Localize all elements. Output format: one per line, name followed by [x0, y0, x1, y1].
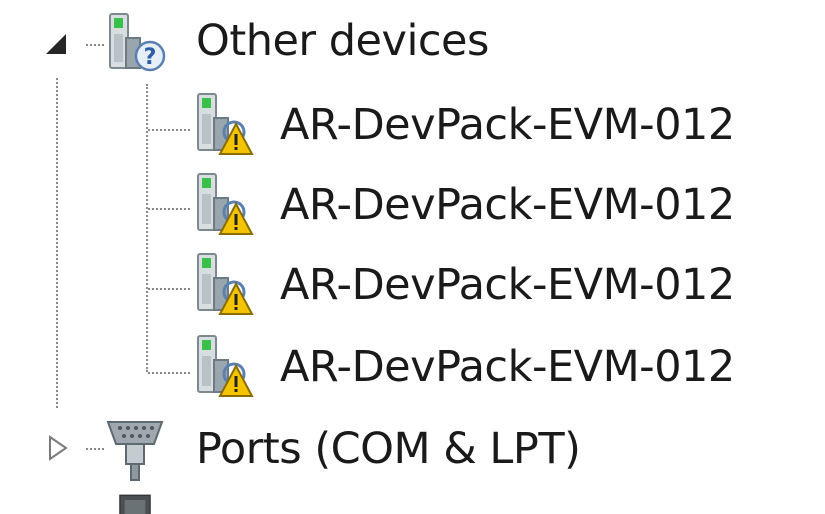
unknown-device-icon: ? [109, 13, 166, 72]
tree-connector [146, 84, 148, 372]
device-tree: ? Other devices AR-DevPack-EVM-012 AR-De… [0, 0, 825, 514]
tree-node-device[interactable]: AR-DevPack-EVM-012 [180, 328, 825, 408]
device-label: AR-DevPack-EVM-012 [280, 180, 735, 230]
tree-node-next[interactable] [0, 494, 300, 514]
device-label: AR-DevPack-EVM-012 [280, 342, 735, 392]
processor-icon [119, 494, 151, 514]
tree-node-ports[interactable]: Ports (COM & LPT) [0, 408, 680, 492]
tree-node-device[interactable]: AR-DevPack-EVM-012 [180, 246, 825, 326]
collapse-arrow-icon[interactable] [42, 30, 70, 58]
tree-connector [56, 78, 58, 408]
expand-arrow-icon[interactable] [44, 434, 72, 462]
tree-node-other-devices[interactable]: ? Other devices [0, 0, 560, 86]
device-label: AR-DevPack-EVM-012 [280, 100, 735, 150]
tree-node-device[interactable]: AR-DevPack-EVM-012 [180, 166, 825, 246]
device-label: AR-DevPack-EVM-012 [280, 260, 735, 310]
device-warning-icon [197, 93, 254, 155]
port-connector-icon [106, 421, 164, 481]
device-warning-icon [197, 173, 254, 235]
tree-node-device[interactable]: AR-DevPack-EVM-012 [180, 86, 825, 166]
tree-node-label: Ports (COM & LPT) [196, 424, 581, 474]
svg-text:?: ? [144, 45, 157, 70]
tree-node-label: Other devices [196, 16, 489, 66]
device-warning-icon [197, 253, 254, 315]
device-warning-icon [197, 335, 254, 397]
